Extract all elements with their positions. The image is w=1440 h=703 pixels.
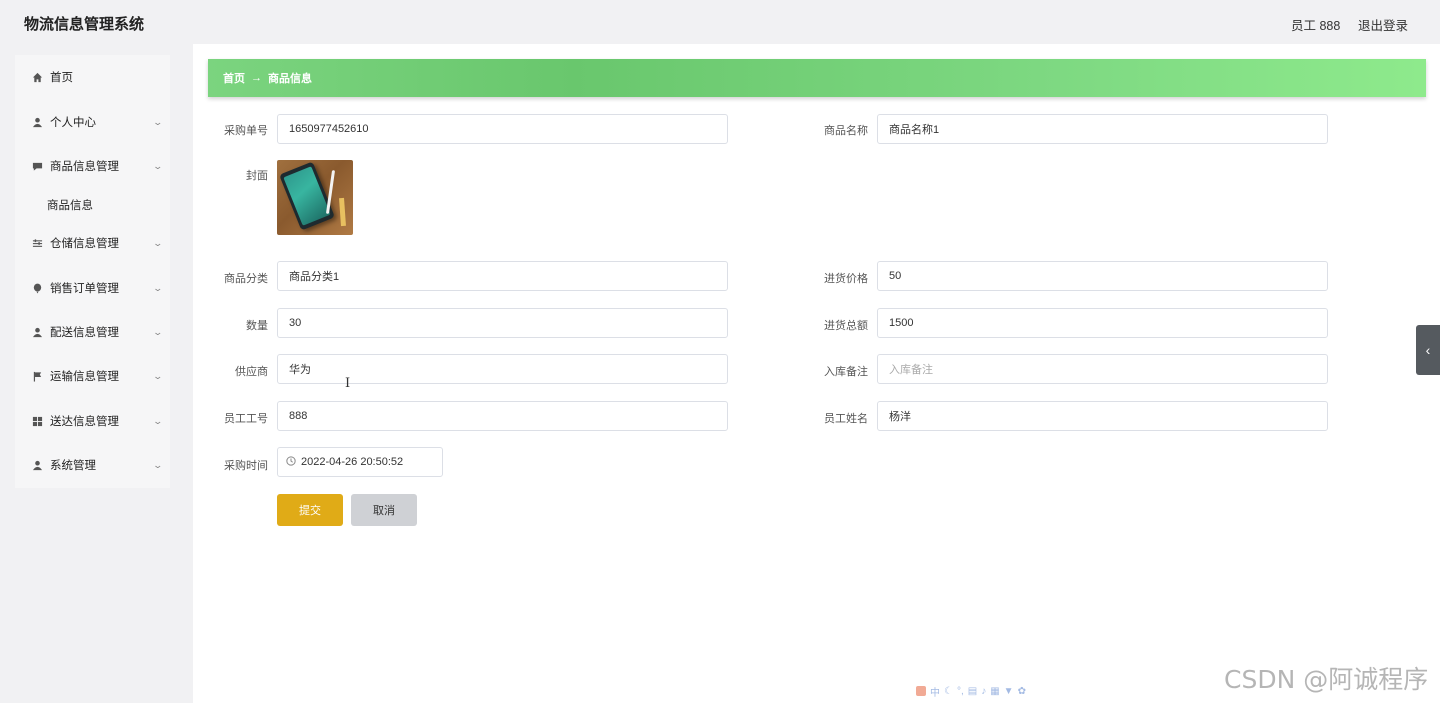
quantity-value: 30: [289, 317, 302, 329]
user-icon: [31, 459, 43, 471]
sidebar-item-system-management[interactable]: 系统管理 ⌄: [15, 450, 170, 480]
employee-no-input[interactable]: 888: [277, 401, 728, 431]
breadcrumb-current: 商品信息: [268, 73, 312, 85]
chevron-down-icon: ⌄: [152, 415, 164, 426]
sidebar-item-storage-management[interactable]: 仓储信息管理 ⌄: [15, 228, 170, 258]
main-content: 首页 → 商品信息 采购单号 1650977452610 商品名称 商品名称1 …: [193, 44, 1440, 703]
breadcrumb: 首页 → 商品信息: [208, 59, 1426, 97]
employee-name-value: 杨洋: [889, 411, 911, 423]
home-icon: [31, 71, 43, 83]
breadcrumb-home[interactable]: 首页: [223, 70, 245, 86]
cover-image[interactable]: [277, 160, 353, 235]
cancel-button[interactable]: 取消: [351, 494, 417, 526]
ime-mode-label: 中: [930, 687, 940, 699]
storage-note-input[interactable]: 入库备注: [877, 354, 1328, 384]
cover-label: 封面: [246, 170, 268, 182]
sidebar-item-label: 系统管理: [50, 460, 96, 472]
supplier-label: 供应商: [235, 366, 268, 378]
tablet-image: [279, 161, 335, 231]
purchase-time-picker[interactable]: 2022-04-26 20:50:52: [277, 447, 443, 477]
ime-logo-icon: [916, 686, 926, 696]
employee-name-label: 员工姓名: [824, 413, 868, 425]
purchase-price-value: 50: [889, 270, 902, 282]
product-name-value: 商品名称1: [889, 124, 940, 136]
storage-note-placeholder: 入库备注: [889, 364, 933, 376]
drawer-toggle-button[interactable]: ‹: [1416, 325, 1440, 375]
watermark: CSDN @阿诚程序: [1224, 665, 1429, 694]
top-bar: 物流信息管理系统 员工 888 退出登录: [0, 0, 1440, 44]
sidebar-item-arrival-management[interactable]: 送达信息管理 ⌄: [15, 406, 170, 436]
total-amount-value: 1500: [889, 317, 914, 329]
breadcrumb-separator: →: [251, 72, 262, 84]
gear-icon: ✿: [1017, 685, 1026, 697]
sidebar-item-label: 仓储信息管理: [50, 238, 119, 250]
total-amount-label: 进货总额: [824, 320, 868, 332]
sidebar-item-delivery-management[interactable]: 配送信息管理 ⌄: [15, 317, 170, 347]
supplier-value: 华为: [289, 364, 311, 376]
ime-toolbar[interactable]: 中 ☾ °, ▤ ♪ ▦ ▼ ✿: [916, 684, 1070, 699]
grid-icon: ▦: [990, 685, 1000, 697]
storage-note-label: 入库备注: [824, 366, 868, 378]
chevron-down-icon: ⌄: [152, 326, 164, 337]
sidebar-item-label: 销售订单管理: [50, 283, 119, 295]
sidebar-menu: 首页 个人中心 ⌄ 商品信息管理 ⌄ 商品信息 仓储信息管理 ⌄ 销售订单管理 …: [15, 55, 170, 488]
balloon-icon: [31, 282, 43, 294]
sidebar-item-label: 商品信息管理: [50, 161, 119, 173]
purchase-price-label: 进货价格: [824, 273, 868, 285]
sidebar-item-label: 首页: [50, 72, 73, 84]
purchase-no-label: 采购单号: [224, 125, 268, 137]
sidebar-item-sales-orders[interactable]: 销售订单管理 ⌄: [15, 273, 170, 303]
category-input[interactable]: 商品分类1: [277, 261, 728, 291]
purchase-no-input[interactable]: 1650977452610: [277, 114, 728, 144]
sidebar-subitem-product-info[interactable]: 商品信息: [15, 190, 170, 220]
purchase-time-value: 2022-04-26 20:50:52: [301, 456, 404, 468]
user-icon: [31, 116, 43, 128]
chevron-down-icon: ⌄: [152, 459, 164, 470]
product-name-label: 商品名称: [824, 125, 868, 137]
text-cursor-icon: I: [345, 376, 351, 391]
sidebar-item-label: 运输信息管理: [50, 371, 119, 383]
quantity-input[interactable]: 30: [277, 308, 728, 338]
clock-icon: [286, 455, 296, 469]
quantity-label: 数量: [246, 320, 268, 332]
moon-icon: ☾: [944, 685, 953, 697]
sidebar-item-label: 配送信息管理: [50, 327, 119, 339]
chevron-down-icon: ⌄: [152, 160, 164, 171]
chevron-left-icon: ‹: [1425, 342, 1431, 358]
sidebar-item-label: 送达信息管理: [50, 416, 119, 428]
purchase-time-label: 采购时间: [224, 460, 268, 472]
voice-icon: ♪: [981, 685, 987, 697]
category-label: 商品分类: [224, 273, 268, 285]
sidebar-item-transport-management[interactable]: 运输信息管理 ⌄: [15, 361, 170, 391]
sliders-icon: [31, 237, 43, 249]
current-user-label: 员工 888: [1291, 19, 1341, 33]
employee-name-input[interactable]: 杨洋: [877, 401, 1328, 431]
chevron-down-icon: ⌄: [152, 116, 164, 127]
employee-no-value: 888: [289, 410, 308, 422]
purchase-price-input[interactable]: 50: [877, 261, 1328, 291]
sidebar-item-home[interactable]: 首页: [15, 62, 170, 92]
chevron-down-icon: ⌄: [152, 282, 164, 293]
skin-icon: ▼: [1003, 685, 1014, 697]
sidebar-item-label: 商品信息: [47, 200, 93, 212]
chevron-down-icon: ⌄: [152, 237, 164, 248]
sidebar-item-label: 个人中心: [50, 117, 96, 129]
total-amount-input[interactable]: 1500: [877, 308, 1328, 338]
product-name-input[interactable]: 商品名称1: [877, 114, 1328, 144]
purchase-no-value: 1650977452610: [289, 123, 369, 135]
sidebar-item-personal-center[interactable]: 个人中心 ⌄: [15, 107, 170, 137]
app-title: 物流信息管理系统: [24, 16, 145, 33]
keyboard-icon: ▤: [967, 685, 978, 697]
chat-icon: [31, 160, 43, 172]
user-icon: [31, 326, 43, 338]
chevron-down-icon: ⌄: [152, 370, 164, 381]
grid-icon: [31, 415, 43, 427]
flag-icon: [31, 370, 43, 382]
employee-no-label: 员工工号: [224, 413, 268, 425]
sidebar-item-product-management[interactable]: 商品信息管理 ⌄: [15, 151, 170, 181]
category-value: 商品分类1: [289, 271, 340, 283]
logout-link[interactable]: 退出登录: [1358, 15, 1408, 34]
punctuation-icon: °,: [956, 685, 964, 697]
submit-button[interactable]: 提交: [277, 494, 343, 526]
